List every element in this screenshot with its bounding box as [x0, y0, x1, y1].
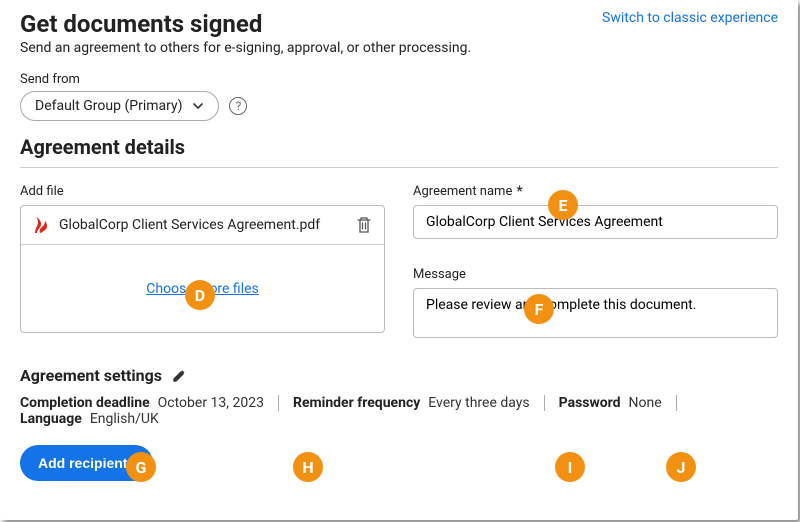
vertical-divider	[544, 395, 545, 411]
file-box: GlobalCorp Client Services Agreement.pdf…	[20, 205, 385, 333]
section-divider	[20, 167, 778, 168]
required-asterisk-icon: *	[516, 184, 522, 199]
page-title: Get documents signed	[20, 10, 471, 38]
file-name: GlobalCorp Client Services Agreement.pdf	[59, 217, 356, 233]
delete-file-button[interactable]	[356, 216, 372, 234]
agreement-details-heading: Agreement details	[20, 135, 778, 159]
send-from-value: Default Group (Primary)	[35, 98, 182, 114]
message-textarea[interactable]	[413, 288, 778, 338]
send-from-dropdown[interactable]: Default Group (Primary)	[20, 91, 219, 121]
annotation-badge-i: I	[555, 452, 585, 482]
edit-settings-button[interactable]	[172, 369, 186, 383]
annotation-badge-h: H	[293, 452, 323, 482]
file-row: GlobalCorp Client Services Agreement.pdf	[21, 206, 384, 245]
chevron-down-icon	[192, 100, 204, 112]
annotation-badge-j: J	[666, 452, 696, 482]
agreement-settings-heading: Agreement settings	[20, 366, 162, 385]
message-label: Message	[413, 267, 778, 282]
agreement-name-input[interactable]	[413, 205, 778, 239]
choose-more-files-link[interactable]: Choose more files	[146, 281, 259, 297]
add-file-label: Add file	[20, 184, 385, 199]
setting-reminder-frequency: Reminder frequency Every three days	[293, 395, 530, 411]
info-icon[interactable]: ?	[229, 97, 247, 115]
page-subtitle: Send an agreement to others for e-signin…	[20, 40, 471, 56]
settings-row: Completion deadline October 13, 2023 Rem…	[20, 395, 778, 427]
setting-language: Language English/UK	[20, 411, 159, 427]
setting-password: Password None	[559, 395, 662, 411]
vertical-divider	[676, 395, 677, 411]
add-recipients-button[interactable]: Add recipients	[20, 445, 153, 481]
agreement-name-label: Agreement name	[413, 184, 512, 199]
switch-classic-link[interactable]: Switch to classic experience	[602, 10, 778, 26]
pdf-icon	[33, 216, 49, 234]
vertical-divider	[278, 395, 279, 411]
send-from-label: Send from	[20, 72, 778, 87]
setting-completion-deadline: Completion deadline October 13, 2023	[20, 395, 264, 411]
